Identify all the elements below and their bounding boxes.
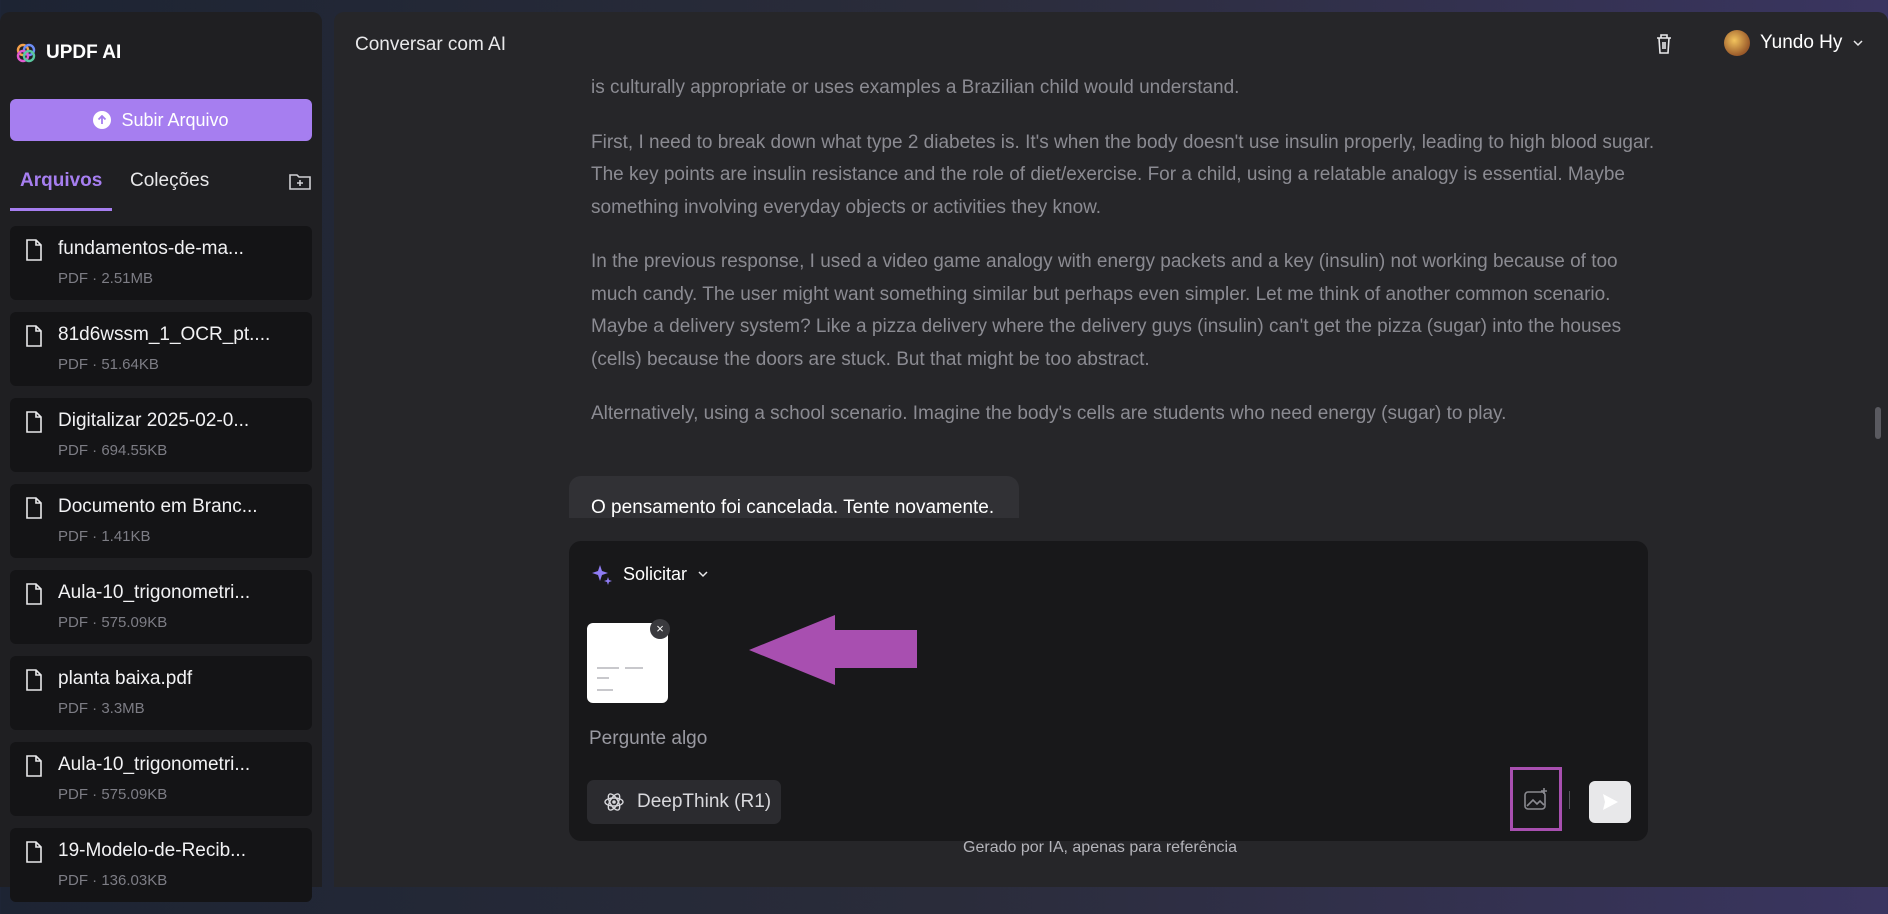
thinking-text: is culturally appropriate or uses exampl… — [591, 72, 1661, 431]
upload-file-button[interactable]: Subir Arquivo — [10, 99, 312, 141]
file-item[interactable]: fundamentos-de-ma... PDF · 2.51MB — [10, 226, 312, 300]
file-meta: PDF · 575.09KB — [58, 786, 168, 803]
file-item[interactable]: planta baixa.pdf PDF · 3.3MB — [10, 656, 312, 730]
deepthink-label: DeepThink (R1) — [637, 791, 772, 812]
app-logo: UPDF AI — [16, 42, 121, 64]
thought-paragraph: In the previous response, I used a video… — [591, 251, 1622, 370]
sidebar-tabs: Arquivos Coleções — [10, 168, 312, 212]
thumb-line — [625, 667, 643, 669]
user-name: Yundo Hy — [1760, 32, 1843, 53]
document-icon — [26, 583, 42, 605]
deepthink-toggle[interactable]: DeepThink (R1) — [587, 780, 781, 824]
image-add-icon — [1524, 788, 1547, 810]
file-name: 19-Modelo-de-Recib... — [58, 840, 246, 861]
ai-disclaimer-text: Gerado por IA, apenas para referência — [963, 839, 1237, 856]
thumb-line — [597, 689, 613, 691]
document-icon — [26, 325, 42, 347]
thought-paragraph: Alternatively, using a school scenario. … — [591, 403, 1507, 424]
user-menu[interactable]: Yundo Hy — [1724, 30, 1864, 56]
tab-collections[interactable]: Coleções — [120, 168, 219, 208]
file-name: Digitalizar 2025-02-0... — [58, 410, 250, 431]
file-meta: PDF · 575.09KB — [58, 614, 168, 631]
send-icon — [1603, 794, 1618, 810]
ai-disclaimer: Gerado por IA, apenas para referência — [334, 839, 1888, 857]
file-name: 81d6wssm_1_OCR_pt.... — [58, 324, 271, 345]
chat-panel: Conversar com AI Yundo Hy is culturally … — [334, 12, 1888, 887]
cancel-notice-text: O pensamento foi cancelada. Tente novame… — [591, 497, 995, 518]
file-meta: PDF · 51.64KB — [58, 356, 159, 373]
file-name: Aula-10_trigonometri... — [58, 582, 251, 603]
document-icon — [26, 669, 42, 691]
message-thread: is culturally appropriate or uses exampl… — [591, 72, 1661, 532]
chat-composer: Solicitar × DeepThink (R1) — [569, 541, 1648, 841]
file-item[interactable]: Aula-10_trigonometri... PDF · 575.09KB — [10, 570, 312, 644]
file-name: fundamentos-de-ma... — [58, 238, 244, 259]
thumb-line — [597, 677, 609, 679]
send-button[interactable] — [1589, 781, 1631, 823]
cancel-notice: O pensamento foi cancelada. Tente novame… — [569, 476, 1019, 518]
file-item[interactable]: 81d6wssm_1_OCR_pt.... PDF · 51.64KB — [10, 312, 312, 386]
sidebar: UPDF AI Subir Arquivo Arquivos Coleções … — [0, 12, 322, 902]
file-meta: PDF · 3.3MB — [58, 700, 145, 717]
document-icon — [26, 239, 42, 261]
annotation-arrow-icon — [749, 615, 917, 685]
document-icon — [26, 497, 42, 519]
upload-arrow-icon — [93, 111, 112, 129]
file-name: planta baixa.pdf — [58, 668, 193, 689]
atom-icon — [604, 793, 624, 811]
page-title: Conversar com AI — [355, 34, 506, 55]
remove-attachment-button[interactable]: × — [650, 619, 670, 639]
file-meta: PDF · 1.41KB — [58, 528, 151, 545]
image-upload-button[interactable] — [1510, 767, 1562, 831]
updf-logo-icon — [16, 43, 36, 63]
sparkle-icon — [592, 565, 612, 585]
scrollbar[interactable] — [1875, 407, 1881, 439]
trash-icon[interactable] — [1654, 32, 1674, 56]
chevron-down-icon — [1853, 40, 1863, 47]
app-name: UPDF AI — [46, 42, 122, 63]
divider — [1569, 791, 1570, 809]
file-name: Aula-10_trigonometri... — [58, 754, 251, 775]
thought-paragraph: is culturally appropriate or uses exampl… — [591, 77, 1240, 98]
thumb-line — [597, 667, 619, 669]
document-icon — [26, 841, 42, 863]
file-item[interactable]: Digitalizar 2025-02-0... PDF · 694.55KB — [10, 398, 312, 472]
file-item[interactable]: 19-Modelo-de-Recib... PDF · 136.03KB — [10, 828, 312, 902]
chevron-down-icon — [698, 571, 708, 578]
new-folder-icon[interactable] — [288, 172, 312, 192]
document-icon — [26, 755, 42, 777]
document-icon — [26, 411, 42, 433]
file-name: Documento em Branc... — [58, 496, 258, 517]
ask-input[interactable] — [587, 723, 1491, 755]
mode-label: Solicitar — [623, 563, 688, 584]
mode-selector[interactable]: Solicitar — [591, 563, 709, 585]
file-meta: PDF · 694.55KB — [58, 442, 168, 459]
upload-file-label: Subir Arquivo — [121, 109, 229, 130]
file-meta: PDF · 136.03KB — [58, 872, 168, 889]
tab-files[interactable]: Arquivos — [10, 168, 113, 211]
avatar — [1724, 30, 1750, 56]
thought-paragraph: First, I need to break down what type 2 … — [591, 131, 1655, 218]
file-list: fundamentos-de-ma... PDF · 2.51MB 81d6ws… — [10, 226, 312, 914]
file-item[interactable]: Documento em Branc... PDF · 1.41KB — [10, 484, 312, 558]
file-meta: PDF · 2.51MB — [58, 270, 154, 287]
file-item[interactable]: Aula-10_trigonometri... PDF · 575.09KB — [10, 742, 312, 816]
